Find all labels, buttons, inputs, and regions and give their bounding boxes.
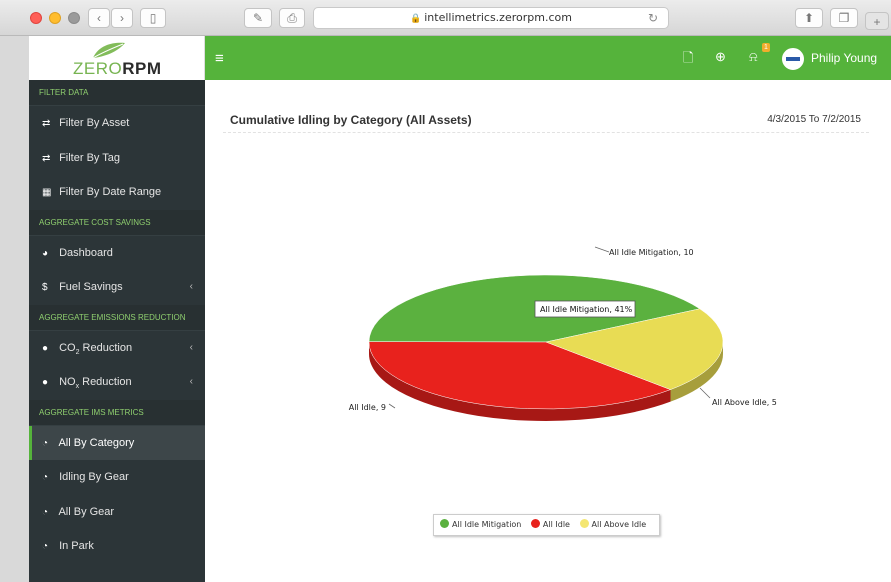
sidebar-item-all-by-gear[interactable]: ◔ All By Gear [29, 495, 205, 530]
retweet-icon: ⇄ [42, 118, 51, 129]
share-icon[interactable]: ⬆ [795, 8, 823, 28]
tabs-overview-icon[interactable]: ❐ [830, 8, 858, 28]
address-bar[interactable]: 🔒 intellimetrics.zerorpm.com ↻ [313, 7, 669, 29]
sidebar-item-co2-reduction[interactable]: ● CO2 Reduction ‹ [29, 331, 205, 366]
document-icon[interactable]: 🗋 [683, 49, 693, 71]
chevron-left-icon: ‹ [189, 376, 193, 387]
data-label: All Idle, 9 [349, 403, 386, 412]
leaf-logo-icon [92, 42, 125, 59]
pie-chart-icon: ◔ [42, 472, 49, 483]
browser-toolbar: ‹ › ▯ ✎ ⎙ 🔒 intellimetrics.zerorpm.com ↻ … [0, 0, 891, 36]
pie-chart-icon [530, 519, 540, 528]
app-logo[interactable]: ZERORPM [29, 36, 205, 80]
globe-icon: ● [42, 377, 49, 388]
reload-icon[interactable]: ↻ [648, 8, 658, 28]
lock-icon: 🔒 [410, 14, 422, 24]
menu-toggle-icon[interactable]: ≡ [215, 50, 224, 67]
chart-tooltip-text: All Idle Mitigation, 41% [540, 305, 633, 314]
bell-icon[interactable]: ⍾ [749, 49, 758, 65]
data-label: All Idle Mitigation, 10 [609, 248, 694, 257]
chevron-left-icon: ‹ [189, 281, 193, 292]
pie-chart-icon: ◔ [42, 541, 49, 552]
user-avatar[interactable] [782, 48, 804, 70]
zoom-window-button[interactable] [68, 12, 80, 24]
pie-chart-icon [579, 519, 589, 528]
globe-icon[interactable]: ⊕ [715, 49, 726, 65]
sidebar-item-fuel-savings[interactable]: $ Fuel Savings ‹ [29, 270, 205, 305]
data-label: All Above Idle, 5 [712, 398, 777, 407]
legend-item-all-idle-mitigation[interactable]: All Idle Mitigation [440, 515, 521, 535]
notification-badge: 1 [762, 43, 770, 52]
sidebar-item-filter-by-tag[interactable]: ⇄ Filter By Tag [29, 141, 205, 176]
legend-item-all-idle[interactable]: All Idle [530, 515, 570, 535]
minimize-window-button[interactable] [49, 12, 61, 24]
legend-item-all-above-idle[interactable]: All Above Idle [579, 515, 646, 535]
chevron-left-icon: ‹ [189, 341, 193, 353]
main-content: Cumulative Idling by Category (All Asset… [205, 80, 891, 582]
data-label-connector [699, 387, 711, 399]
chart-tooltip: All Idle Mitigation, 41% [534, 300, 636, 318]
globe-icon: ● [42, 342, 49, 354]
data-label-connector [594, 246, 610, 253]
sidebar-item-nox-reduction[interactable]: ● NOx Reduction ‹ [29, 365, 205, 400]
back-button[interactable]: ‹ [88, 8, 110, 28]
sidebar-item-filter-by-asset[interactable]: ⇄ Filter By Asset [29, 106, 205, 141]
new-tab-button[interactable]: + [865, 12, 889, 30]
sidebar-item-all-by-category[interactable]: ◔ All By Category [29, 425, 205, 460]
sidebar-item-in-park[interactable]: ◔ In Park [29, 529, 205, 564]
close-window-button[interactable] [30, 12, 42, 24]
pie-chart-icon: ◔ [42, 437, 49, 449]
sidebar-header-ims-metrics: AGGREGATE IMS METRICS [29, 399, 205, 426]
dollar-icon: $ [42, 282, 48, 293]
forward-button[interactable]: › [111, 8, 133, 28]
print-icon[interactable]: ⎙ [279, 8, 305, 28]
pie-chart: All Idle Mitigation, 10 All Idle, 9 All Ab… [349, 246, 777, 421]
top-navbar: ≡ 🗋 ⊕ ⍾ 1 Philip Young [205, 36, 891, 80]
sidebar-item-idling-by-gear[interactable]: ◔ Idling By Gear [29, 460, 205, 495]
pie-chart-icon: ◔ [42, 506, 49, 518]
sidebar-item-filter-by-date-range[interactable]: ▦ Filter By Date Range [29, 175, 205, 210]
chart-legend: All Idle Mitigation All Idle All Above I… [433, 514, 660, 536]
url-text: intellimetrics.zerorpm.com [424, 11, 572, 24]
data-label-connector [388, 403, 396, 409]
sidebar-item-dashboard[interactable]: ◕ Dashboard [29, 236, 205, 271]
logo-text: ZERORPM [73, 59, 162, 78]
sidebar-toggle-icon[interactable]: ▯ [140, 8, 166, 28]
calendar-icon: ▦ [42, 187, 52, 198]
sidebar: FILTER DATA ⇄ Filter By Asset ⇄ Filter B… [29, 80, 205, 582]
sidebar-header-cost-savings: AGGREGATE COST SAVINGS [29, 209, 205, 236]
sidebar-header-filter-data: FILTER DATA [29, 80, 205, 106]
pie-chart-icon [440, 519, 449, 528]
retweet-icon: ⇄ [42, 152, 51, 164]
sidebar-header-emissions: AGGREGATE EMISSIONS REDUCTION [29, 304, 205, 331]
user-name[interactable]: Philip Young [811, 51, 877, 65]
dashboard-icon: ◕ [42, 247, 49, 259]
annotate-icon[interactable]: ✎ [244, 8, 272, 28]
